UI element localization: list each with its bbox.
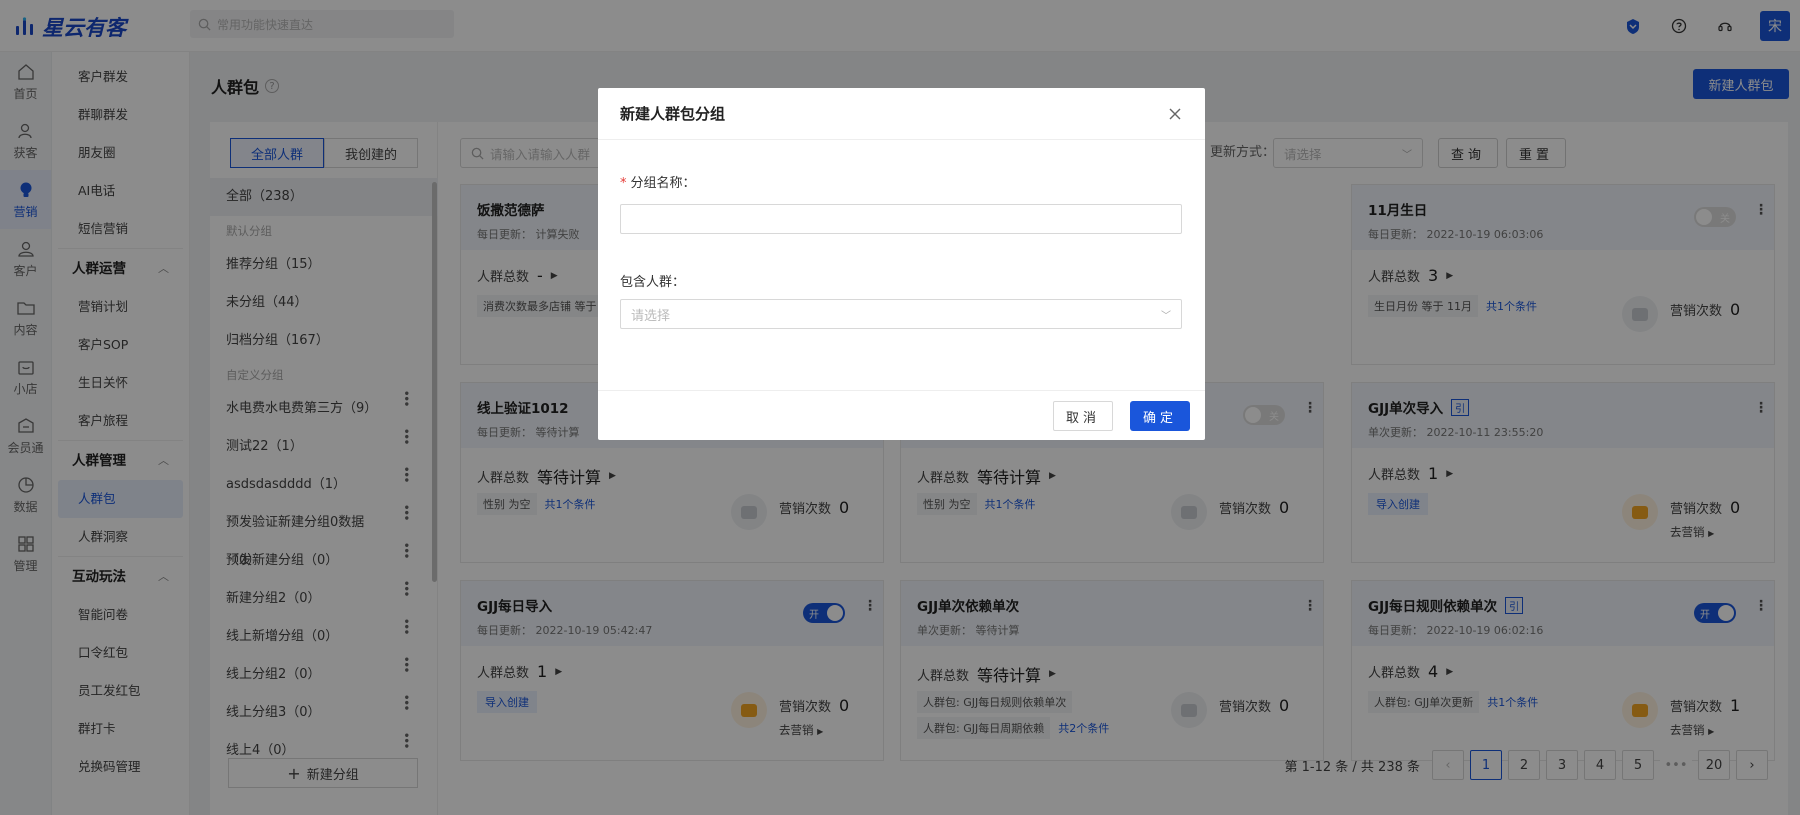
new-group-dialog: 新建人群包分组 * 分组名称： 包含人群： 请选择 ﹀ 取消 确定 [598, 88, 1205, 440]
group-name-input[interactable] [620, 204, 1182, 234]
confirm-button[interactable]: 确定 [1130, 401, 1190, 431]
chevron-down-icon: ﹀ [1161, 310, 1171, 322]
dialog-title: 新建人群包分组 [620, 105, 726, 123]
required-mark: * [620, 176, 627, 191]
cancel-button[interactable]: 取消 [1053, 401, 1113, 431]
include-crowd-select[interactable]: 请选择 ﹀ [620, 299, 1182, 329]
close-icon[interactable] [1167, 106, 1183, 122]
include-crowd-label: 包含人群： [620, 275, 686, 290]
group-name-label: * 分组名称： [620, 176, 696, 191]
